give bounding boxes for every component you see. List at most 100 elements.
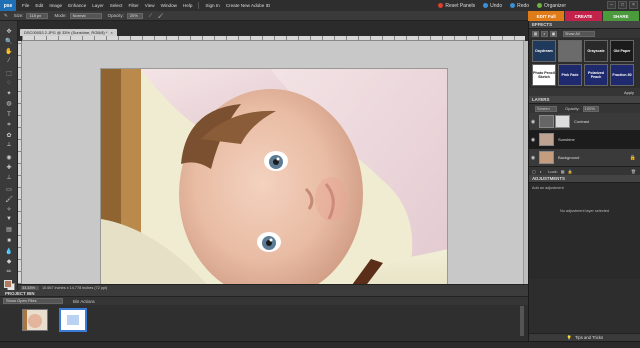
tips-and-tricks-button[interactable]: 💡 Tips and Tricks	[529, 333, 640, 341]
filters-icon[interactable]: ▦	[532, 30, 539, 37]
maximize-icon[interactable]: □	[618, 1, 627, 9]
minimize-icon[interactable]: –	[607, 1, 616, 9]
undo-button[interactable]: Undo	[483, 3, 502, 9]
foreground-color-swatch[interactable]	[4, 280, 12, 288]
crop-tool-icon[interactable]: ⌗	[4, 121, 14, 129]
zoom-tool-icon[interactable]: 🔍	[4, 37, 14, 45]
menu-help[interactable]: Help	[183, 3, 192, 8]
effect-tile-7[interactable]: Polarized Peach	[584, 64, 608, 86]
new-layer-icon[interactable]: ▢	[532, 169, 536, 174]
effect-tile-4[interactable]: Old Paper	[610, 40, 634, 62]
close-icon[interactable]: ×	[629, 1, 638, 9]
menu-select[interactable]: Select	[110, 3, 123, 8]
adjustment-layer-icon[interactable]: ◐	[540, 169, 542, 174]
baby-photo[interactable]	[100, 68, 448, 299]
no-adjustment-label: No adjustment layer selected	[560, 209, 609, 213]
smart-brush-tool-icon[interactable]: ✧	[4, 205, 14, 213]
effect-tile-6[interactable]: Pink Fade	[558, 64, 582, 86]
blur-tool-icon[interactable]: 💧	[4, 247, 14, 255]
paint-bucket-tool-icon[interactable]: ▼	[4, 215, 14, 223]
app-logo[interactable]: pse	[0, 0, 16, 11]
tool-options-bar: ✎ Size: 118 px Mode: Normal Opacity: 20%…	[0, 11, 528, 21]
menu-layer[interactable]: Layer	[92, 3, 104, 8]
delete-layer-icon[interactable]: 🗑	[631, 169, 636, 174]
size-field[interactable]: 118 px	[26, 12, 49, 19]
pencil-tool-icon[interactable]: ✏	[4, 267, 14, 275]
menu-filter[interactable]: Filter	[129, 3, 139, 8]
menu-edit[interactable]: Edit	[35, 3, 43, 8]
selection-brush-tool-icon[interactable]: ◍	[4, 99, 14, 107]
layer-row[interactable]: ◉ Background 🔒	[529, 149, 640, 167]
gradient-tool-icon[interactable]: ▤	[4, 225, 14, 233]
show-files-select[interactable]: Show Open Files	[3, 298, 63, 304]
canvas[interactable]	[22, 41, 523, 299]
menu-image[interactable]: Image	[49, 3, 62, 8]
menu-view[interactable]: View	[145, 3, 155, 8]
effect-tile-5[interactable]: Photo Pencil Sketch	[532, 64, 556, 86]
red-eye-tool-icon[interactable]: ◉	[4, 153, 14, 161]
eyedropper-tool-icon[interactable]: ⁄	[4, 57, 14, 65]
tab-edit[interactable]: EDIT Full	[528, 11, 565, 21]
sign-in-link[interactable]: Sign In	[205, 3, 219, 8]
lock-transparency-icon[interactable]: ▦	[561, 169, 565, 174]
menu-enhance[interactable]: Enhance	[68, 3, 86, 8]
effects-filter-select[interactable]: Show All	[563, 30, 595, 37]
bin-thumbnail-selected[interactable]	[60, 309, 86, 331]
reset-panels-button[interactable]: Reset Panels	[438, 3, 475, 9]
effect-tile-1[interactable]: Daydream	[532, 40, 556, 62]
lasso-tool-icon[interactable]: ◌	[4, 79, 14, 87]
effect-tile-8[interactable]: Fraction 80	[610, 64, 634, 86]
brush-tool-icon[interactable]: 🖌	[4, 195, 14, 203]
project-bin-scrollbar[interactable]	[520, 306, 524, 336]
adjustment-layer-thumbnail	[539, 115, 554, 128]
layer-styles-icon[interactable]: ◐	[541, 30, 548, 37]
visibility-eye-icon[interactable]: ◉	[529, 137, 537, 143]
effect-tile-3[interactable]: Grayscale	[584, 40, 608, 62]
sponge-tool-icon[interactable]: ◆	[4, 257, 14, 265]
create-id-link[interactable]: Create New Adobe ID	[226, 3, 270, 8]
move-tool-icon[interactable]: ✥	[4, 27, 14, 35]
layers-panel-header[interactable]: LAYERS	[529, 96, 640, 104]
clone-stamp-tool-icon[interactable]: ⊥	[4, 173, 14, 181]
healing-brush-tool-icon[interactable]: ✚	[4, 163, 14, 171]
tablet-options-icon[interactable]: 🖌	[158, 13, 164, 19]
shape-tool-icon[interactable]: ■	[4, 237, 14, 245]
marquee-tool-icon[interactable]: ⬚	[4, 69, 14, 77]
type-tool-icon[interactable]: T	[4, 111, 14, 119]
eraser-tool-icon[interactable]: ▭	[4, 185, 14, 193]
adjustments-panel-header[interactable]: ADJUSTMENTS	[529, 175, 640, 183]
blend-mode-select[interactable]: Screen	[535, 105, 557, 112]
layer-opacity-field[interactable]: 100%	[582, 105, 599, 112]
apply-button[interactable]: Apply	[624, 90, 634, 95]
tab-create[interactable]: CREATE	[565, 11, 602, 21]
organizer-button[interactable]: Organizer	[537, 3, 566, 9]
magic-wand-tool-icon[interactable]: ✦	[4, 89, 14, 97]
document-tab[interactable]: DSC00053 2.JPG @ 33% (Sunshine, RGB/8) *…	[20, 29, 117, 36]
bin-thumbnail[interactable]	[22, 309, 48, 331]
bin-actions-menu[interactable]: Bin Actions	[73, 299, 95, 304]
hand-tool-icon[interactable]: ✋	[4, 47, 14, 55]
airbrush-icon[interactable]: ⟋	[149, 13, 152, 18]
photo-effects-icon[interactable]: ▣	[550, 30, 557, 37]
layer-row[interactable]: ◉ Contrast	[529, 113, 640, 131]
visibility-eye-icon[interactable]: ◉	[529, 119, 537, 125]
effects-panel-header[interactable]: EFFECTS	[529, 21, 640, 29]
opacity-field[interactable]: 20%	[126, 12, 143, 19]
brush-icon[interactable]: ✎	[4, 13, 8, 19]
layers-footer: ▢ ◐ Lock: ▦ 🔒 🗑	[529, 167, 640, 175]
menu-file[interactable]: File	[22, 3, 29, 8]
close-document-icon[interactable]: ×	[110, 30, 112, 35]
visibility-eye-icon[interactable]: ◉	[529, 155, 537, 161]
redo-button[interactable]: Redo	[510, 3, 529, 9]
redo-icon	[510, 3, 516, 8]
mode-select[interactable]: Normal	[69, 12, 102, 19]
lock-all-icon[interactable]: 🔒	[568, 169, 573, 174]
cookie-cutter-tool-icon[interactable]: ✿	[4, 131, 14, 139]
adjustments-panel: Add an adjustment No adjustment layer se…	[529, 183, 640, 279]
layer-row-selected[interactable]: ◉ Sunshine	[529, 131, 640, 149]
project-bin-title[interactable]: PROJECT BIN	[0, 290, 528, 297]
menu-window[interactable]: Window	[161, 3, 177, 8]
effect-tile-2[interactable]	[558, 40, 582, 62]
tab-share[interactable]: SHARE	[602, 11, 639, 21]
straighten-tool-icon[interactable]: ⟂	[4, 141, 14, 149]
